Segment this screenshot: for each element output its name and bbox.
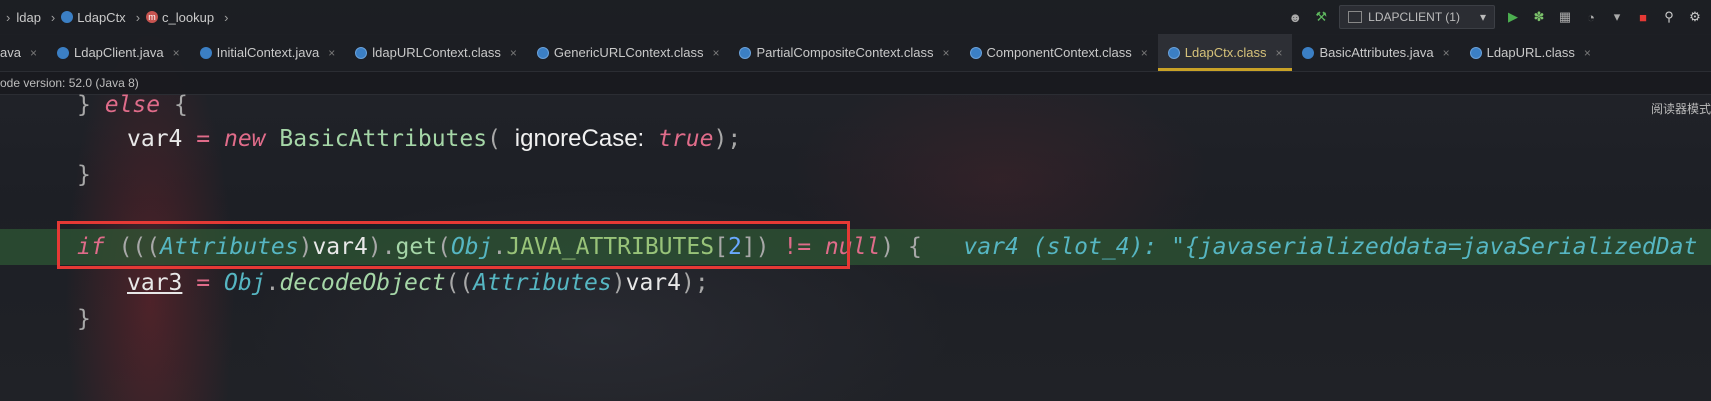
chevron-right-icon: › <box>6 9 11 25</box>
tab-partialcompositecontext-class[interactable]: PartialCompositeContext.class × <box>729 34 959 71</box>
code-line: } else { <box>0 87 1711 123</box>
class-file-icon <box>536 46 549 59</box>
tab-label: LdapClient.java <box>73 45 164 60</box>
breadcrumb-item-ldap[interactable]: ldap <box>16 10 41 25</box>
class-file-icon <box>739 46 752 59</box>
boolean-literal: true <box>658 126 714 152</box>
chevron-right-icon: › <box>224 9 229 25</box>
tab-ldapurlcontext-class[interactable]: ldapURLContext.class × <box>345 34 527 71</box>
close-icon[interactable]: × <box>1141 46 1148 60</box>
brace: { <box>173 92 188 118</box>
variable: var4 <box>127 126 183 152</box>
tab-label: InitialContext.java <box>216 45 320 60</box>
close-icon[interactable]: × <box>712 46 719 60</box>
build-hammer-icon[interactable]: ⚒ <box>1313 9 1329 25</box>
debug-icon[interactable]: ✽ <box>1531 9 1547 25</box>
tab-label: ldapURLContext.class <box>372 45 501 60</box>
main-toolbar: ☻ ⚒ LDAPCLIENT (1) ▾ ▶ ✽ ▦ ◔ ▾ ■ ⚲ ⚙ <box>1287 0 1711 34</box>
operator: = <box>196 270 211 296</box>
operator: = <box>196 126 211 152</box>
chevron-down-icon: ▾ <box>1479 10 1486 24</box>
constructor-call: BasicAttributes <box>279 126 488 152</box>
tab-componentcontext-class[interactable]: ComponentContext.class × <box>960 34 1158 71</box>
tab-label: BasicAttributes.java <box>1319 45 1434 60</box>
class-file-icon <box>1167 46 1180 59</box>
close-icon[interactable]: × <box>1275 46 1282 60</box>
breadcrumb-label: c_lookup <box>162 9 215 25</box>
variable: var3 <box>127 270 183 296</box>
breadcrumb: › ldap › LdapCtx › m c_lookup › <box>0 10 234 25</box>
run-icon[interactable]: ▶ <box>1505 9 1521 25</box>
close-icon[interactable]: × <box>1584 46 1591 60</box>
brace: } <box>77 92 91 118</box>
stop-icon[interactable]: ■ <box>1635 9 1651 25</box>
brace: } <box>77 306 91 332</box>
code-line: var4 = new BasicAttributes( ignoreCase: … <box>127 125 742 152</box>
tab-initialcontext-java[interactable]: InitialContext.java × <box>190 34 346 71</box>
tab-label: GenericURLContext.class <box>553 45 704 60</box>
coverage-icon[interactable]: ▦ <box>1557 9 1573 25</box>
close-icon[interactable]: × <box>943 46 950 60</box>
breadcrumb-label: LdapCtx <box>77 9 126 25</box>
inline-debug-value: var4 (slot_4): "{javaserializeddata=java… <box>963 234 1698 260</box>
user-icon[interactable]: ☻ <box>1287 9 1303 25</box>
class-icon <box>1302 46 1315 59</box>
navigation-bar: › ldap › LdapCtx › m c_lookup › ☻ ⚒ LDAP… <box>0 0 1711 35</box>
run-config-icon <box>1348 11 1363 23</box>
highlight-annotation-box <box>57 221 850 269</box>
close-icon[interactable]: × <box>1443 46 1450 60</box>
tab-label: LdapURL.class <box>1486 45 1575 60</box>
tab-label: LdapCtx.class <box>1184 45 1267 60</box>
tab-basicattributes-java[interactable]: BasicAttributes.java × <box>1292 34 1459 71</box>
class-icon <box>56 46 69 59</box>
class-file-icon <box>969 46 982 59</box>
tab-ldapctx-class[interactable]: LdapCtx.class × <box>1157 34 1293 71</box>
more-run-options-icon[interactable]: ▾ <box>1609 9 1625 25</box>
tab-ava[interactable]: ava × <box>0 34 47 71</box>
close-icon[interactable]: × <box>328 46 335 60</box>
close-icon[interactable]: × <box>30 46 37 60</box>
code-line: } <box>0 301 1711 337</box>
variable: var4 <box>625 270 681 296</box>
tab-genericurlcontext-class[interactable]: GenericURLContext.class × <box>527 34 730 71</box>
type-cast: Attributes <box>473 270 612 296</box>
settings-gear-icon[interactable]: ⚙ <box>1687 9 1703 25</box>
run-config-label: LDAPCLIENT (1) <box>1368 10 1460 24</box>
search-icon[interactable]: ⚲ <box>1661 9 1677 25</box>
chevron-right-icon: › <box>50 9 56 25</box>
tab-label: PartialCompositeContext.class <box>756 45 934 60</box>
chevron-right-icon: › <box>135 9 141 25</box>
profile-icon[interactable]: ◔ <box>1583 9 1599 25</box>
code-line: } <box>0 157 1711 193</box>
class-reference: Obj <box>223 270 266 296</box>
breadcrumb-item-ldapctx[interactable]: LdapCtx <box>61 9 126 25</box>
keyword-else: else <box>104 92 161 118</box>
method-call: decodeObject <box>279 270 446 296</box>
class-icon <box>61 11 74 23</box>
brace: } <box>77 162 91 188</box>
parameter-hint: ignoreCase: <box>514 125 645 152</box>
tab-ldapurl-class[interactable]: LdapURL.class × <box>1460 34 1601 71</box>
close-icon[interactable]: × <box>510 46 517 60</box>
editor-tabs: ava × LdapClient.java × InitialContext.j… <box>0 34 1711 72</box>
class-file-icon <box>355 46 368 59</box>
run-configuration-select[interactable]: LDAPCLIENT (1) ▾ <box>1339 5 1495 29</box>
code-line: var3 = Obj.decodeObject((Attributes)var4… <box>127 270 709 296</box>
breadcrumb-item-c-lookup[interactable]: m c_lookup <box>146 10 214 25</box>
tab-ldapclient-java[interactable]: LdapClient.java × <box>47 34 190 71</box>
class-icon <box>199 46 212 59</box>
class-file-icon <box>1469 46 1482 59</box>
tab-label: ava <box>0 45 21 60</box>
close-icon[interactable]: × <box>173 46 180 60</box>
breadcrumb-label: ldap <box>16 9 41 25</box>
method-icon: m <box>146 11 159 23</box>
keyword-new: new <box>223 126 266 152</box>
tab-label: ComponentContext.class <box>986 45 1132 60</box>
